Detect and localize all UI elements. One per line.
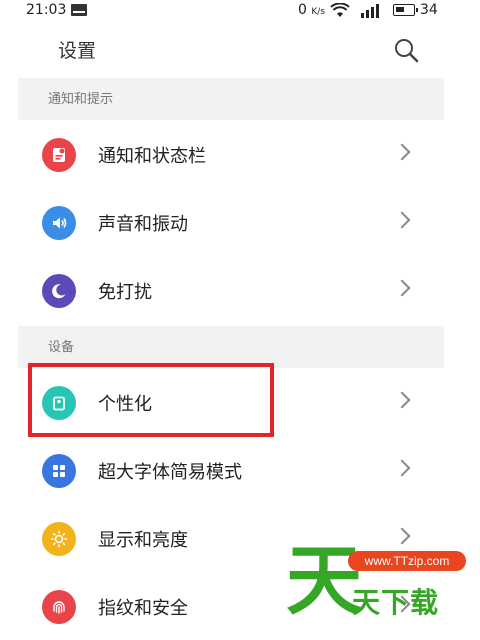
section-title: 通知和提示 (48, 92, 114, 107)
section-header-device: 设备 (18, 326, 444, 370)
chevron-right-icon (393, 459, 411, 477)
moon-icon (42, 274, 76, 308)
grid-icon (42, 454, 76, 488)
status-bar: 21:03 0 K/s 34 (0, 0, 480, 22)
list-item-sound-vibration[interactable]: 声音和振动 (18, 188, 444, 256)
wifi-icon (330, 3, 350, 17)
list-item-personalization[interactable]: 个性化 (18, 368, 444, 436)
watermark-url: www.TTzip.com (348, 551, 466, 571)
list-item-label: 显示和亮度 (98, 530, 188, 551)
mail-icon (71, 4, 87, 16)
list-item-label: 超大字体简易模式 (98, 462, 242, 483)
section-header-notifications: 通知和提示 (18, 78, 444, 122)
list-item-do-not-disturb[interactable]: 免打扰 (18, 256, 444, 324)
chevron-right-icon (393, 391, 411, 409)
list-item-label: 通知和状态栏 (98, 146, 206, 167)
list-item-label: 免打扰 (98, 282, 152, 303)
watermark-logo: 天 www.TTzip.com 天下载 (286, 541, 476, 621)
watermark-text: 天下载 (352, 586, 440, 619)
search-icon (395, 39, 419, 63)
list-item-label: 个性化 (98, 394, 152, 415)
network-speed: 0 K/s (298, 2, 325, 18)
chevron-right-icon (393, 143, 411, 161)
list-item-notification-statusbar[interactable]: 通知和状态栏 (18, 120, 444, 188)
sound-icon (42, 206, 76, 240)
list-item-large-font-mode[interactable]: 超大字体简易模式 (18, 436, 444, 504)
list-item-label: 声音和振动 (98, 214, 188, 235)
list-item-label: 指纹和安全 (98, 598, 188, 619)
section-title: 设备 (48, 340, 75, 355)
signal-icon (361, 4, 379, 18)
battery-level: 34 (420, 2, 438, 18)
search-button[interactable] (392, 36, 422, 64)
network-speed-unit: K/s (311, 7, 325, 17)
personalize-icon (42, 386, 76, 420)
chevron-right-icon (393, 279, 411, 297)
chevron-right-icon (393, 211, 411, 229)
status-time: 21:03 (26, 2, 67, 18)
brightness-icon (42, 522, 76, 556)
network-speed-value: 0 (298, 2, 307, 18)
page-title: 设置 (58, 40, 97, 62)
fingerprint-icon (42, 590, 76, 624)
battery-icon (393, 4, 418, 16)
notification-icon (42, 138, 76, 172)
